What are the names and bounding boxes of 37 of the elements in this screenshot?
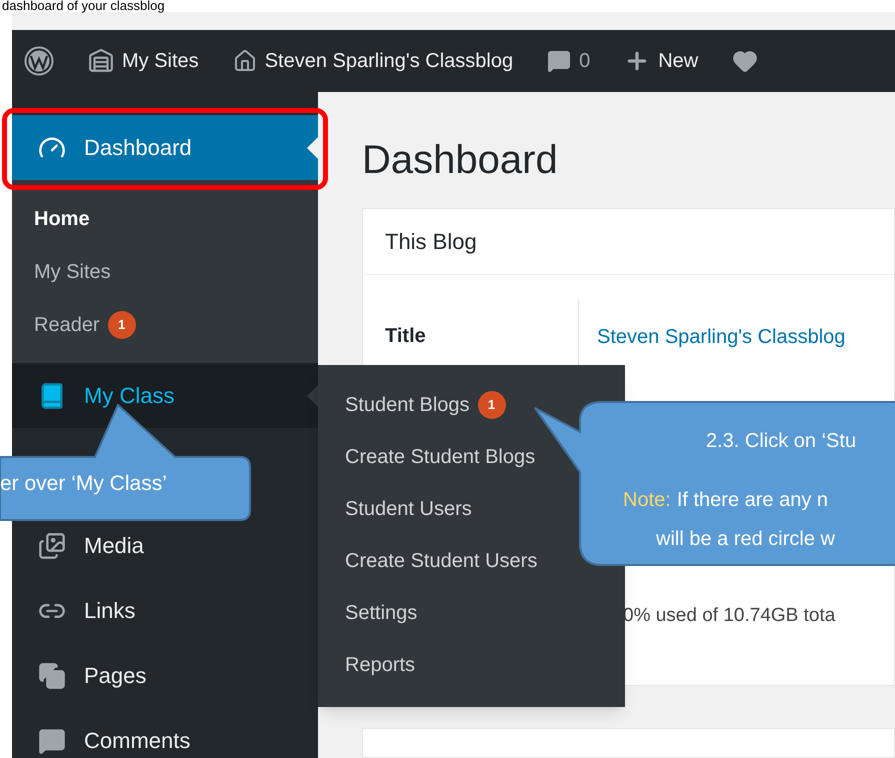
admin-bar-link[interactable]: My Sites	[122, 46, 199, 76]
sidebar-item[interactable]: Pages	[12, 643, 318, 708]
sidebar-item[interactable]: My Class	[12, 363, 318, 428]
flyout-item[interactable]: Student Blogs	[345, 390, 470, 420]
flyout-item[interactable]: Reports	[345, 650, 416, 680]
comment-icon[interactable]	[547, 49, 572, 73]
sidebar-item[interactable]: Dashboard	[12, 115, 318, 180]
note-label: Note:	[623, 488, 671, 513]
flyout-item[interactable]: Student Users	[345, 494, 472, 524]
submenu-item[interactable]: My Sites	[34, 256, 111, 286]
flyout-item[interactable]: Create Student Users	[345, 546, 538, 576]
count-badge: 1	[108, 310, 136, 338]
document-caption: dashboard of your classblog	[2, 0, 165, 13]
card-title: This Blog	[385, 228, 477, 256]
home-icon[interactable]	[232, 49, 257, 73]
heart-icon[interactable]	[732, 48, 758, 74]
sidebar-item[interactable]: Links	[12, 578, 318, 643]
flyout-item[interactable]: Settings	[345, 598, 418, 628]
menu-pointer	[307, 137, 318, 159]
page-title: Dashboard	[362, 137, 559, 184]
submenu-item[interactable]: Reader	[34, 310, 100, 340]
submenu-item[interactable]: Home	[34, 204, 90, 234]
callout-text: If there are any n	[676, 488, 828, 513]
comment-icon	[38, 726, 66, 754]
pages-icon	[38, 662, 66, 690]
sidebar-item[interactable]: Media	[12, 513, 318, 578]
count-badge: 1	[478, 391, 506, 419]
callout-text: will be a red circle w	[656, 527, 835, 552]
admin-bar-link[interactable]: New	[658, 46, 698, 76]
admin-bar-link[interactable]: 0	[579, 46, 590, 76]
sidebar-item[interactable]: Comments	[12, 708, 318, 758]
field-label: Title	[384, 324, 427, 349]
admin-bar-link[interactable]: Steven Sparling's Classblog	[264, 46, 514, 76]
media-icon	[38, 532, 66, 560]
callout-text: 2.3. Click on ‘Stu	[706, 429, 856, 454]
callout-text: er over ‘My Class’	[0, 471, 167, 497]
wordpress-logo-icon[interactable]	[24, 46, 54, 76]
